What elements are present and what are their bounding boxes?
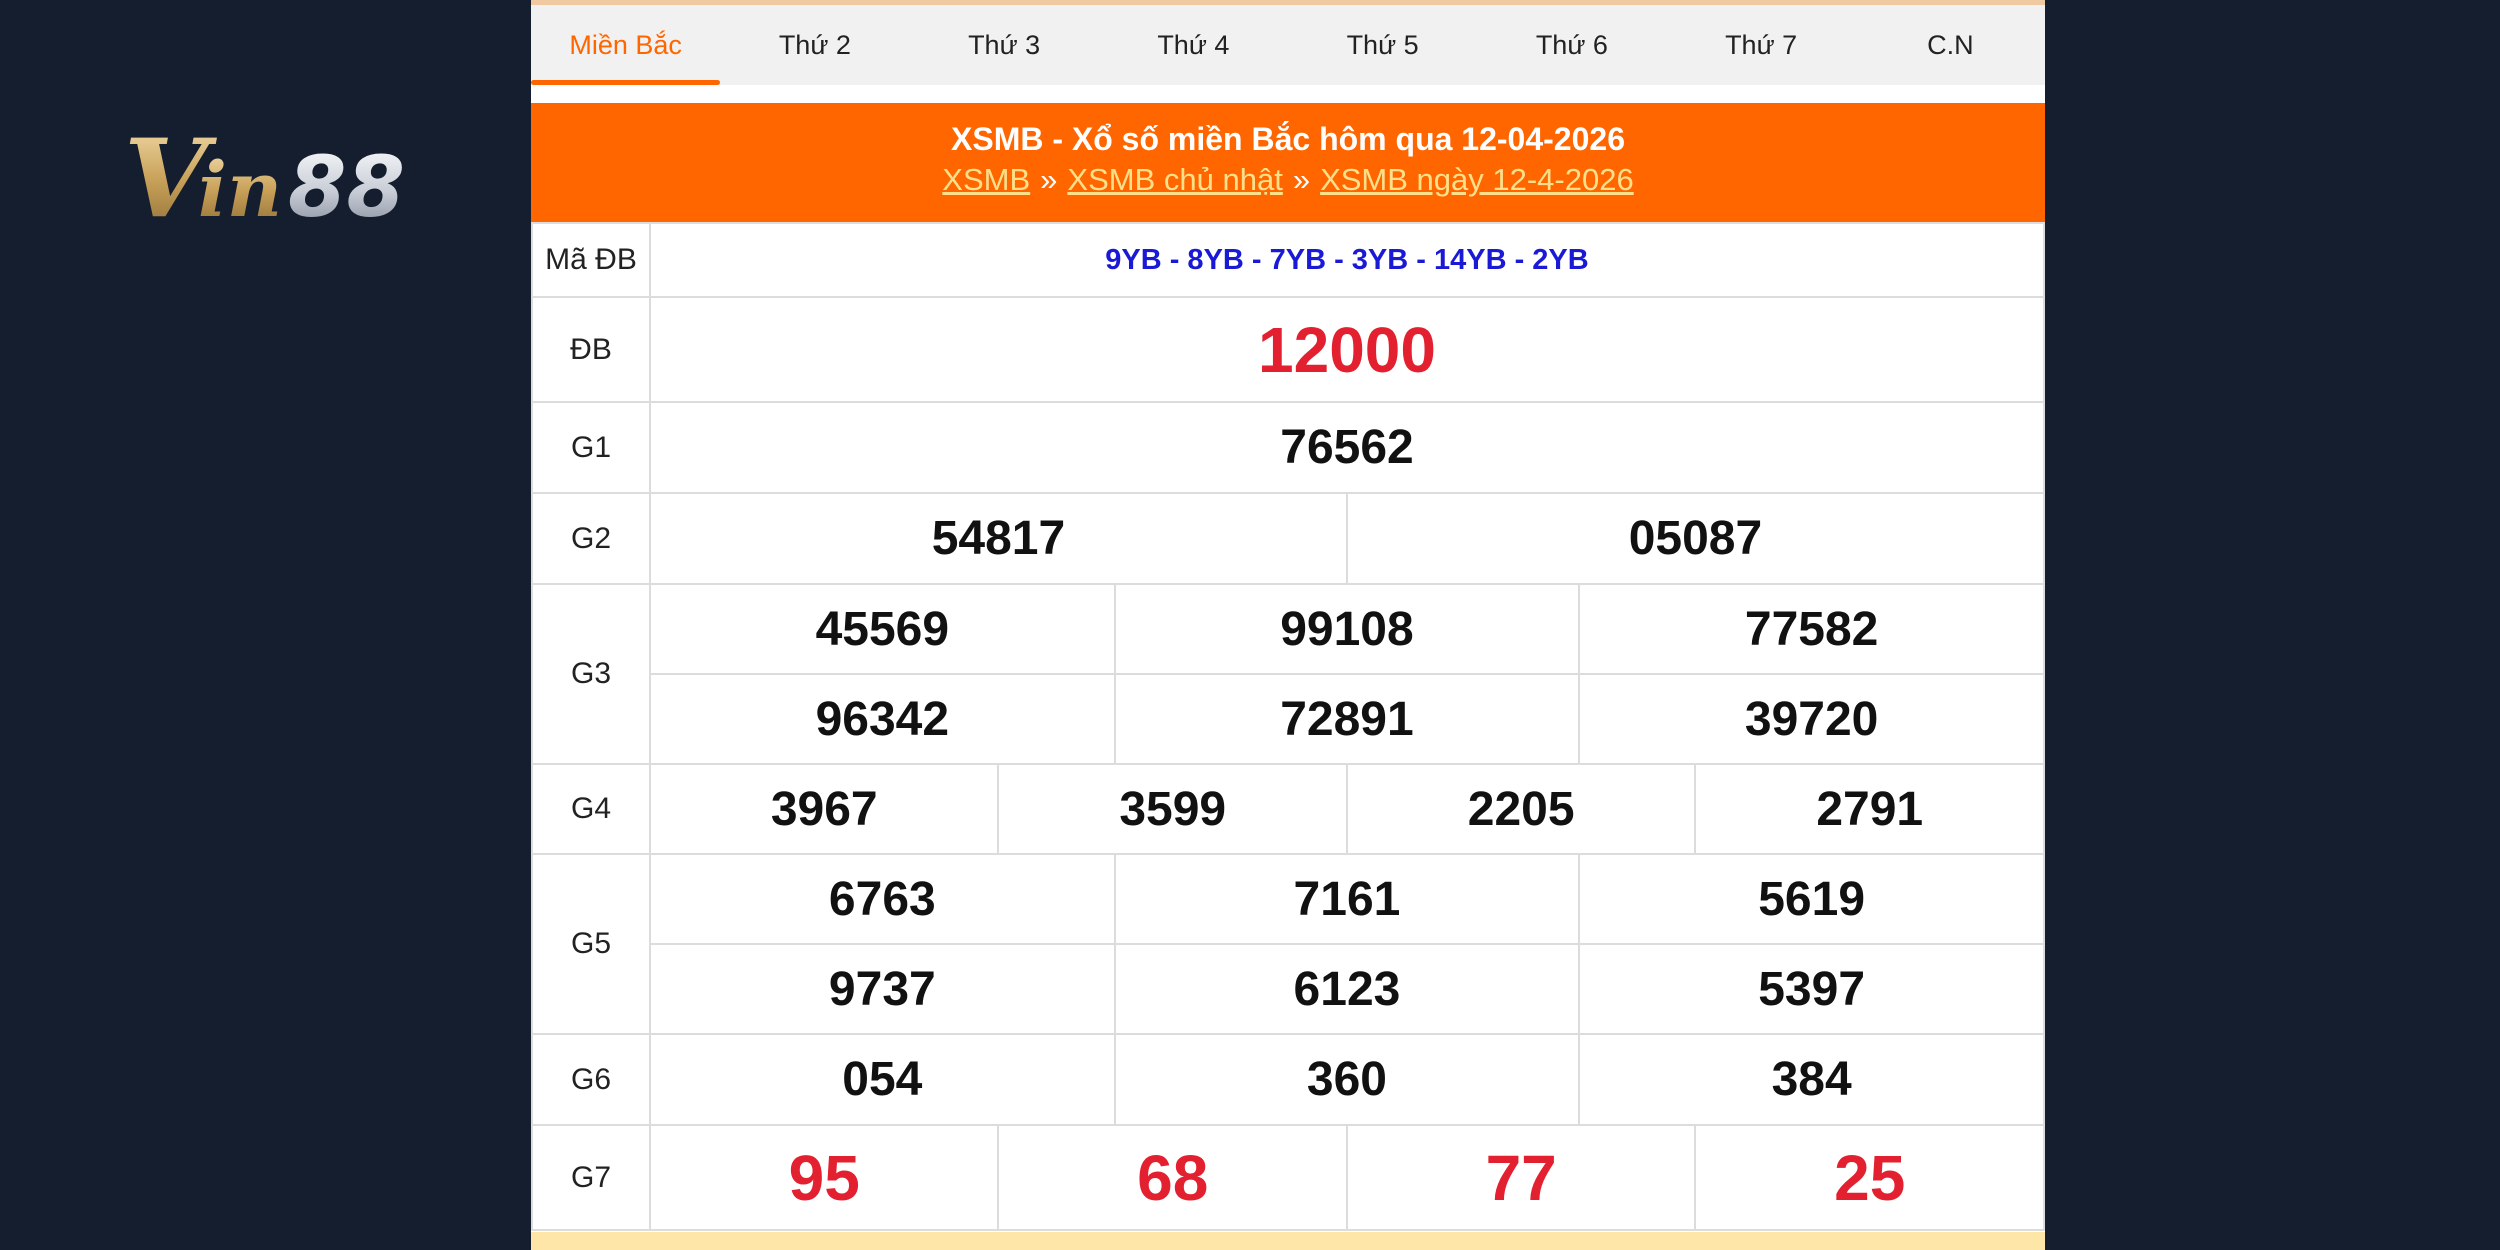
table-row: G1 76562 [531, 401, 2045, 494]
prize-number: 72891 [1113, 673, 1581, 765]
prize-number: 7161 [1113, 853, 1581, 945]
row-label-g3: G3 [531, 583, 651, 765]
table-row: G5 6763 7161 5619 [531, 853, 2045, 1035]
special-code: 9YB - 8YB - 7YB - 3YB - 14YB - 2YB [649, 222, 2045, 298]
prize-number: 68 [997, 1124, 1348, 1231]
table-row: Mã ĐB 9YB - 8YB - 7YB - 3YB - 14YB - 2YB [531, 222, 2045, 298]
prize-number: 5397 [1578, 943, 2045, 1035]
page-title: XSMB - Xổ số miền Bắc hôm qua 12-04-2026 [951, 121, 1625, 157]
prize-number: 360 [1113, 1033, 1581, 1126]
tab-thu-2[interactable]: Thứ 2 [720, 5, 909, 85]
breadcrumb: XSMB » XSMB chủ nhật » XSMB ngày 12-4-2026 [531, 162, 2045, 198]
prize-number: 77582 [1578, 583, 2045, 675]
prize-number: 77 [1345, 1124, 1697, 1231]
row-label-g5: G5 [531, 853, 651, 1035]
svg-text:in: in [198, 145, 282, 233]
prize-number: 05087 [1345, 492, 2046, 585]
prize-number: 2791 [1694, 763, 2045, 855]
table-row: 96342 72891 39720 [532, 673, 2045, 765]
row-label-db: ĐB [531, 296, 651, 403]
prize-number: 25 [1694, 1124, 2045, 1231]
row-label-g1: G1 [531, 401, 651, 494]
tab-thu-5[interactable]: Thứ 5 [1288, 5, 1477, 85]
table-row: G3 45569 99108 77582 [531, 583, 2045, 765]
row-label-g7: G7 [531, 1124, 651, 1231]
breadcrumb-xsmb-chu-nhat[interactable]: XSMB chủ nhật [1067, 162, 1282, 197]
prize-number: 76562 [649, 401, 2045, 494]
prize-number: 2205 [1345, 763, 1697, 855]
row-label-g2: G2 [531, 492, 651, 585]
prize-number: 3599 [997, 763, 1348, 855]
prize-number: 54817 [649, 492, 1348, 585]
prize-number: 39720 [1578, 673, 2045, 765]
table-row: G4 3967 3599 2205 2791 [531, 763, 2045, 855]
table-row: G6 054 360 384 [531, 1033, 2045, 1126]
results-table: Mã ĐB 9YB - 8YB - 7YB - 3YB - 14YB - 2YB… [531, 222, 2046, 1231]
prize-number: 6123 [1113, 943, 1581, 1035]
svg-text:88: 88 [288, 138, 405, 233]
prize-number: 054 [649, 1033, 1116, 1126]
special-prize-number: 12000 [649, 296, 2045, 403]
prize-number: 6763 [649, 853, 1116, 945]
prize-number: 45569 [649, 583, 1116, 675]
table-row: G7 95 68 77 25 [531, 1124, 2045, 1231]
tab-thu-7[interactable]: Thứ 7 [1667, 5, 1856, 85]
table-row: 9737 6123 5397 [532, 943, 2045, 1035]
prize-number: 3967 [648, 763, 1000, 855]
results-panel: Miền Bắc Thứ 2 Thứ 3 Thứ 4 Thứ 5 Thứ 6 T… [531, 0, 2046, 1250]
row-label-g4: G4 [531, 763, 651, 855]
tab-mien-bac[interactable]: Miền Bắc [531, 5, 721, 85]
bottom-bar [531, 1232, 2045, 1250]
region-tabs: Miền Bắc Thứ 2 Thứ 3 Thứ 4 Thứ 5 Thứ 6 T… [531, 5, 2045, 85]
breadcrumb-separator: » [1292, 162, 1311, 197]
vin88-logo: V in 88 [124, 118, 405, 233]
prize-number: 9737 [649, 943, 1116, 1035]
row-label-ma-db: Mã ĐB [531, 222, 651, 298]
results-header: XSMB - Xổ số miền Bắc hôm qua 12-04-2026… [531, 103, 2045, 222]
table-row: ĐB 12000 [531, 296, 2045, 403]
breadcrumb-xsmb[interactable]: XSMB [942, 162, 1030, 197]
prize-number: 384 [1578, 1033, 2045, 1126]
prize-number: 5619 [1578, 853, 2045, 945]
prize-number: 96342 [649, 673, 1116, 765]
breadcrumb-separator: » [1040, 162, 1058, 197]
tab-thu-6[interactable]: Thứ 6 [1477, 5, 1666, 85]
prize-number: 99108 [1113, 583, 1581, 675]
tab-thu-4[interactable]: Thứ 4 [1099, 5, 1288, 85]
tab-thu-3[interactable]: Thứ 3 [910, 5, 1099, 85]
row-label-g6: G6 [531, 1033, 651, 1126]
tab-chu-nhat[interactable]: C.N [1856, 5, 2045, 85]
table-row: G2 54817 05087 [531, 492, 2046, 585]
breadcrumb-xsmb-ngay[interactable]: XSMB ngày 12-4-2026 [1320, 162, 1634, 197]
prize-number: 95 [648, 1124, 1000, 1231]
